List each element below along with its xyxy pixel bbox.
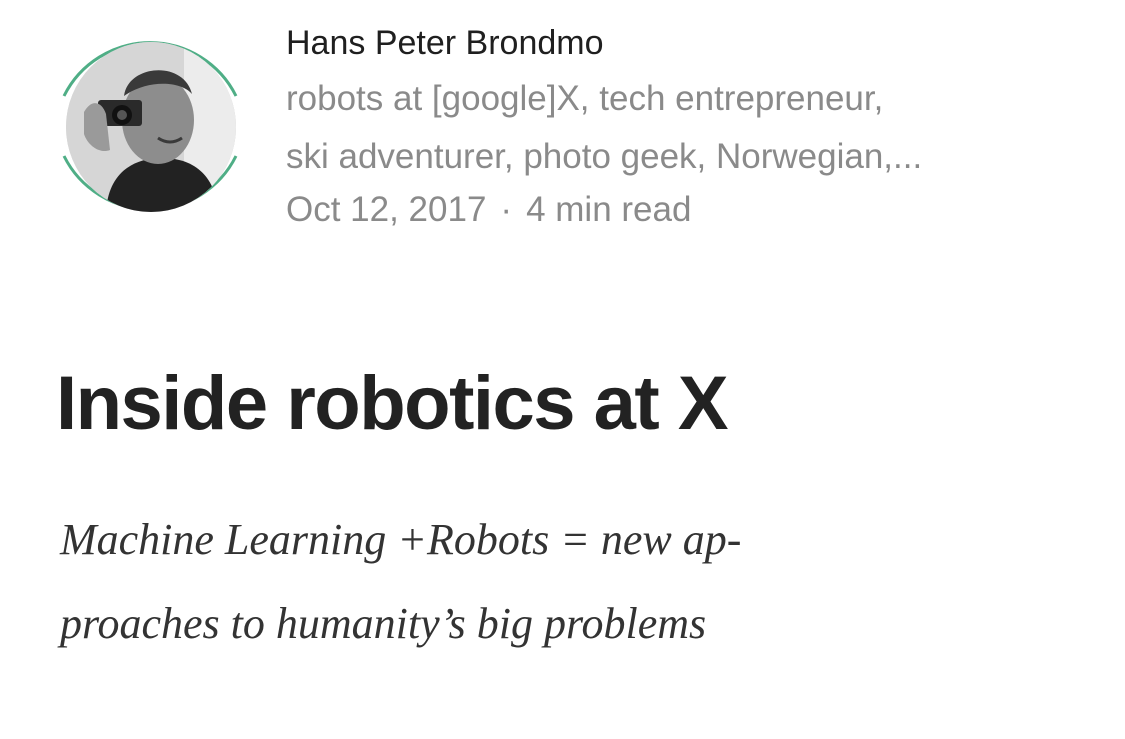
avatar[interactable] [66, 42, 236, 212]
author-bio: robots at [google]X, tech entrepreneur, … [286, 70, 1076, 186]
author-meta: Hans Peter Brondmo robots at [google]X, … [286, 22, 1106, 232]
post-subtitle-line: proaches to humanity’s big problems [60, 599, 707, 648]
meta-separator: · [500, 190, 513, 229]
post-date[interactable]: Oct 12, 2017 [286, 190, 486, 229]
avatar-ring[interactable] [52, 18, 248, 234]
author-bio-line: robots at [google]X, tech entrepreneur, [286, 79, 884, 118]
avatar-photo [66, 42, 236, 212]
read-time: 4 min read [526, 190, 692, 229]
post-info: Oct 12, 2017 · 4 min read [286, 188, 1106, 232]
author-bio-line: ski adventurer, photo geek, Norwegian,..… [286, 137, 923, 176]
author-block: Hans Peter Brondmo robots at [google]X, … [52, 18, 1112, 248]
author-name[interactable]: Hans Peter Brondmo [286, 22, 1106, 64]
post-title: Inside robotics at X [56, 361, 729, 446]
post-subtitle-line: Machine Learning +Robots = new ap- [60, 515, 742, 564]
post-subtitle: Machine Learning +Robots = new ap- proac… [60, 498, 960, 666]
